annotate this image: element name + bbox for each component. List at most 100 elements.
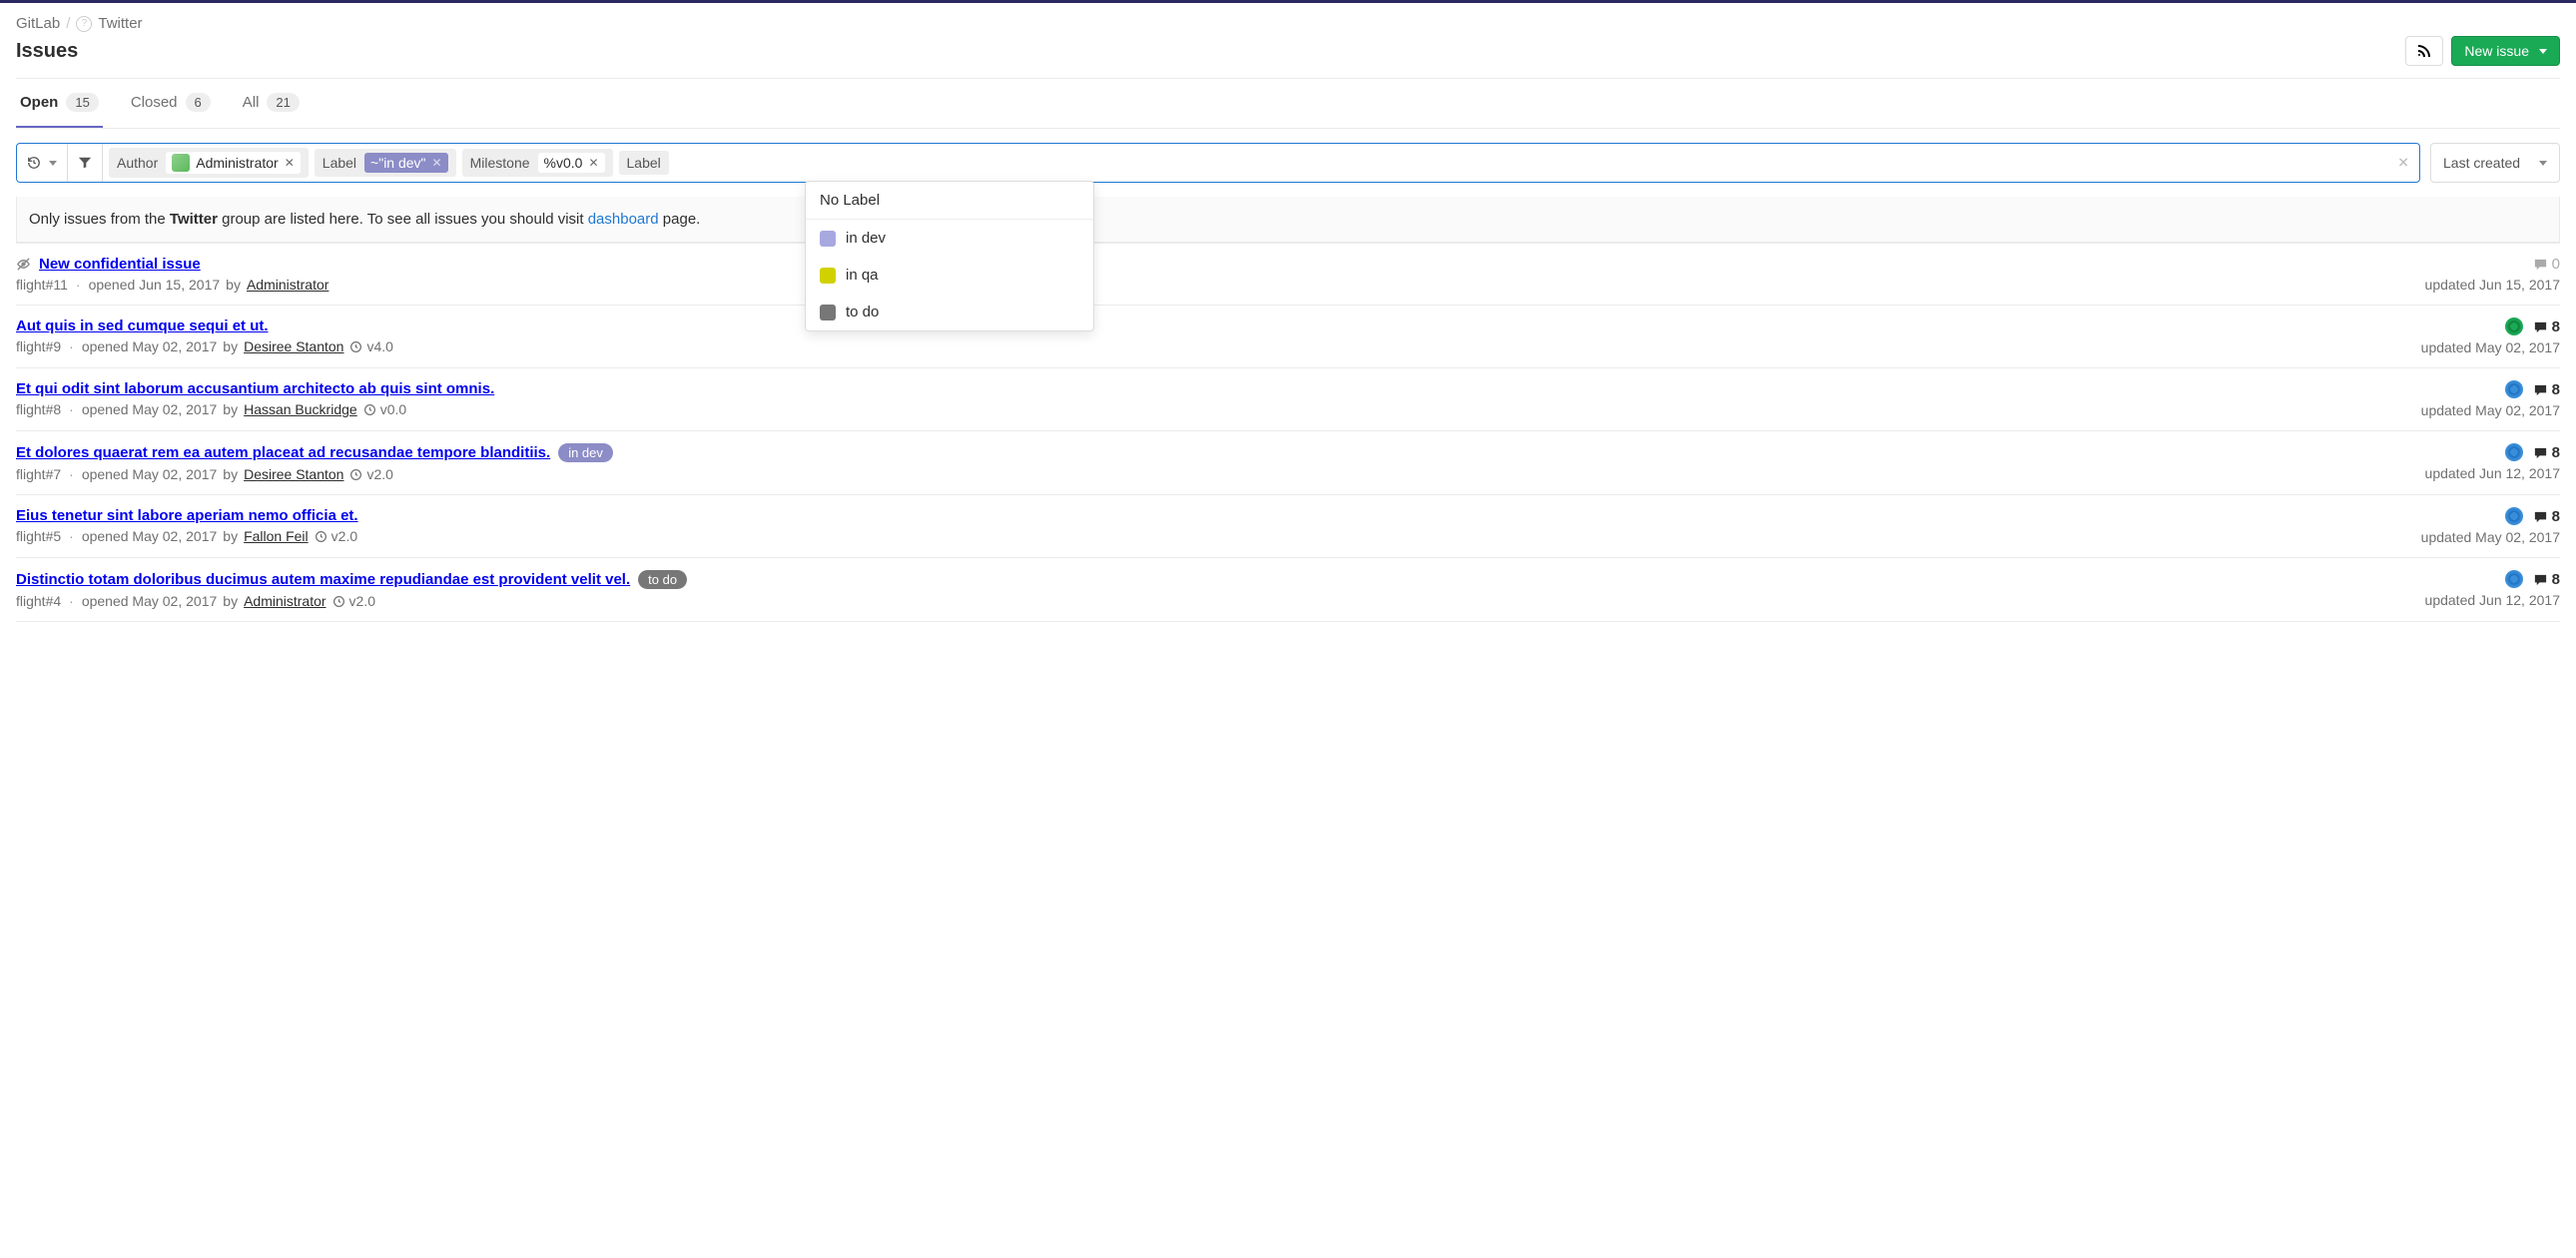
issue-comments[interactable]: 8	[2533, 381, 2560, 398]
filter-token-milestone[interactable]: Milestone %v0.0 ✕	[462, 149, 613, 177]
rss-button[interactable]	[2405, 36, 2443, 66]
issue-by: by	[223, 338, 238, 354]
breadcrumb: GitLab / ? Twitter	[16, 3, 2560, 32]
tab-all[interactable]: All 21	[239, 79, 304, 128]
issue-author[interactable]: Administrator	[247, 277, 328, 293]
issue-updated: updated Jun 12, 2017	[2425, 465, 2560, 481]
assignee-avatar[interactable]	[2505, 317, 2523, 335]
issue-author[interactable]: Administrator	[244, 593, 325, 609]
issue-ref[interactable]: flight#9	[16, 338, 61, 354]
breadcrumb-separator: /	[66, 15, 70, 32]
issue-ref[interactable]: flight#8	[16, 401, 61, 417]
sort-dropdown[interactable]: Last created	[2430, 143, 2560, 183]
assignee-avatar[interactable]	[2505, 507, 2523, 525]
issue-comments[interactable]: 8	[2533, 508, 2560, 525]
issue-milestone[interactable]: v2.0	[332, 593, 375, 609]
issue-milestone[interactable]: v2.0	[349, 466, 392, 482]
issue-author[interactable]: Fallon Feil	[244, 528, 309, 544]
issue-row: Et dolores quaerat rem ea autem placeat …	[16, 431, 2560, 495]
milestone-text: v2.0	[349, 593, 375, 609]
issue-updated: updated Jun 15, 2017	[2425, 277, 2560, 293]
label-option[interactable]: to do	[806, 294, 1093, 330]
issue-milestone[interactable]: v2.0	[315, 528, 357, 544]
filter-token-label-pending[interactable]: Label	[619, 151, 669, 175]
issue-comments[interactable]: 8	[2533, 444, 2560, 461]
issue-opened: opened Jun 15, 2017	[89, 277, 221, 293]
filter-token-author[interactable]: Author Administrator ✕	[109, 148, 309, 178]
issue-title-link[interactable]: Et dolores quaerat rem ea autem placeat …	[16, 444, 550, 461]
issue-author[interactable]: Desiree Stanton	[244, 466, 343, 482]
issue-comments[interactable]: 8	[2533, 318, 2560, 335]
issue-author[interactable]: Hassan Buckridge	[244, 401, 357, 417]
remove-token-icon[interactable]: ✕	[285, 156, 295, 170]
tab-label: Open	[20, 94, 58, 111]
new-issue-button[interactable]: New issue	[2451, 36, 2560, 66]
breadcrumb-root[interactable]: GitLab	[16, 15, 60, 32]
remove-token-icon[interactable]: ✕	[588, 156, 598, 170]
issue-by: by	[223, 466, 238, 482]
label-option[interactable]: in dev	[806, 220, 1093, 257]
label-option[interactable]: in qa	[806, 257, 1093, 294]
comments-icon	[2533, 445, 2548, 460]
notice-group: Twitter	[170, 211, 218, 228]
issue-ref[interactable]: flight#4	[16, 593, 61, 609]
issue-by: by	[223, 528, 238, 544]
label-option-none[interactable]: No Label	[806, 182, 1093, 219]
notice-text: page.	[659, 211, 701, 228]
remove-token-icon[interactable]: ✕	[432, 156, 442, 170]
assignee-avatar[interactable]	[2505, 570, 2523, 588]
history-button[interactable]	[17, 144, 68, 182]
issue-author[interactable]: Desiree Stanton	[244, 338, 343, 354]
issue-title-link[interactable]: Eius tenetur sint labore aperiam nemo of…	[16, 507, 358, 524]
rss-icon	[2416, 43, 2432, 59]
comments-icon	[2533, 509, 2548, 524]
issue-ref[interactable]: flight#7	[16, 466, 61, 482]
comments-icon	[2533, 257, 2548, 272]
filter-icon-button[interactable]	[68, 144, 103, 182]
chevron-down-icon	[2539, 161, 2547, 166]
state-tabs: Open15 Closed6 All 21	[16, 79, 2560, 129]
token-value: Administrator	[196, 155, 278, 171]
tab-label: All	[243, 94, 260, 111]
tab-label: Closed	[131, 94, 178, 111]
issue-milestone[interactable]: v0.0	[363, 401, 406, 417]
issue-label-pill[interactable]: to do	[638, 570, 687, 589]
token-key: Label	[627, 155, 661, 171]
clear-filter-icon[interactable]: ✕	[2397, 155, 2409, 172]
issue-updated: updated May 02, 2017	[2421, 402, 2560, 418]
filter-bar[interactable]: Author Administrator ✕ Label ~"in dev" ✕	[16, 143, 2420, 183]
label-swatch	[820, 305, 836, 320]
issue-updated: updated May 02, 2017	[2421, 339, 2560, 355]
issue-ref[interactable]: flight#5	[16, 528, 61, 544]
tab-closed[interactable]: Closed6	[127, 79, 215, 128]
issue-title-link[interactable]: New confidential issue	[39, 256, 201, 273]
milestone-text: v0.0	[380, 401, 406, 417]
issue-ref[interactable]: flight#11	[16, 277, 68, 293]
filter-token-label[interactable]: Label ~"in dev" ✕	[315, 149, 456, 177]
label-option-text: in dev	[846, 230, 886, 247]
label-swatch	[820, 231, 836, 247]
comments-icon	[2533, 382, 2548, 397]
dashboard-link[interactable]: dashboard	[588, 211, 659, 228]
issue-opened: opened May 02, 2017	[82, 593, 217, 609]
tab-open[interactable]: Open15	[16, 79, 103, 128]
token-value: %v0.0	[544, 155, 583, 171]
issue-title-link[interactable]: Distinctio totam doloribus ducimus autem…	[16, 571, 630, 588]
issue-by: by	[226, 277, 241, 293]
label-option-text: in qa	[846, 267, 879, 284]
issue-title-link[interactable]: Et qui odit sint laborum accusantium arc…	[16, 380, 494, 397]
issue-comments[interactable]: 0	[2533, 256, 2560, 273]
issue-title-link[interactable]: Aut quis in sed cumque sequi et ut.	[16, 317, 269, 334]
question-icon: ?	[76, 16, 92, 32]
comments-icon	[2533, 319, 2548, 334]
assignee-avatar[interactable]	[2505, 443, 2523, 461]
tab-count-badge: 21	[267, 93, 299, 112]
breadcrumb-group[interactable]: Twitter	[98, 15, 142, 32]
issue-comments[interactable]: 8	[2533, 571, 2560, 588]
clock-icon	[332, 595, 345, 608]
milestone-text: v2.0	[331, 528, 357, 544]
comments-count: 8	[2552, 508, 2560, 525]
issue-label-pill[interactable]: in dev	[558, 443, 613, 462]
assignee-avatar[interactable]	[2505, 380, 2523, 398]
issue-milestone[interactable]: v4.0	[349, 338, 392, 354]
